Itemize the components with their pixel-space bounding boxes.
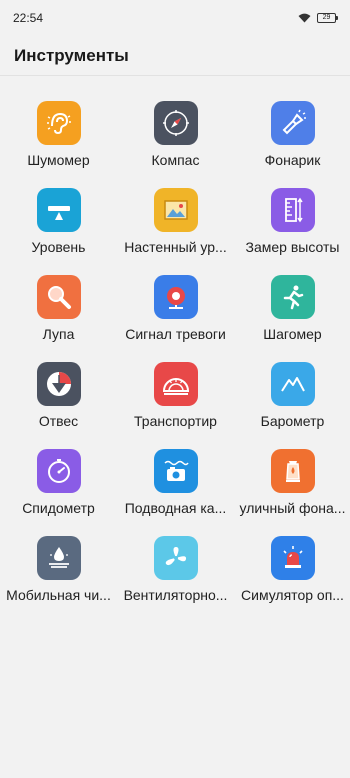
page-title: Инструменты (14, 45, 129, 65)
tool-label: Отвес (38, 413, 79, 429)
app-header: Инструменты (0, 36, 350, 76)
street-lantern-icon (270, 449, 315, 493)
tool-label: Сигнал тревоги (125, 326, 226, 342)
protractor-icon (153, 362, 198, 406)
tool-flashlight[interactable]: Фонарик (234, 101, 350, 188)
noise-meter-icon (36, 101, 81, 145)
tool-label: Фонарик (264, 152, 321, 168)
tool-compass[interactable]: Компас (117, 101, 234, 188)
status-time: 22:54 (13, 11, 44, 25)
tool-label: Мобильная чи... (6, 587, 111, 603)
tool-noise-meter[interactable]: Шумомер (0, 101, 117, 188)
tool-label: Транспортир (134, 413, 217, 429)
tool-label: Симулятор оп... (241, 587, 344, 603)
tool-label: Уровень (31, 239, 86, 255)
mobile-cleaner-icon (36, 536, 81, 580)
alarm-icon (153, 275, 198, 319)
tool-protractor[interactable]: Транспортир (117, 362, 234, 449)
plumb-bob-icon (36, 362, 81, 406)
tool-street-lantern[interactable]: уличный фона... (234, 449, 350, 536)
magnifier-icon (36, 275, 81, 319)
battery-level: 29 (322, 14, 331, 21)
tool-label: Компас (151, 152, 200, 168)
tool-label: Шумомер (27, 152, 90, 168)
barometer-icon (270, 362, 315, 406)
flashlight-icon (270, 101, 315, 145)
tool-mobile-cleaner[interactable]: Мобильная чи... (0, 536, 117, 623)
status-bar: 22:54 29 (0, 0, 350, 36)
wall-level-icon (153, 188, 198, 232)
tool-label: Подводная ка... (124, 500, 227, 516)
tools-grid: Шумомер Компас Фонарик Уровень Настенный… (0, 101, 350, 623)
tool-label: Лупа (42, 326, 75, 342)
tool-fan[interactable]: Вентиляторно... (117, 536, 234, 623)
height-measure-icon (270, 188, 315, 232)
tool-plumb-bob[interactable]: Отвес (0, 362, 117, 449)
tool-label: Барометр (260, 413, 325, 429)
level-icon (36, 188, 81, 232)
fan-icon (153, 536, 198, 580)
tool-level[interactable]: Уровень (0, 188, 117, 275)
status-icons: 29 (298, 13, 338, 23)
tool-wall-level[interactable]: Настенный ур... (117, 188, 234, 275)
tool-height-measure[interactable]: Замер высоты (234, 188, 350, 275)
tool-barometer[interactable]: Барометр (234, 362, 350, 449)
wifi-icon (298, 13, 311, 23)
tool-label: уличный фона... (239, 500, 346, 516)
underwater-camera-icon (153, 449, 198, 493)
tool-alarm-siren[interactable]: Симулятор оп... (234, 536, 350, 623)
speedometer-icon (36, 449, 81, 493)
tool-alarm[interactable]: Сигнал тревоги (117, 275, 234, 362)
alarm-siren-icon (270, 536, 315, 580)
compass-icon (153, 101, 198, 145)
tool-label: Спидометр (22, 500, 95, 516)
tool-pedometer[interactable]: Шагомер (234, 275, 350, 362)
tool-label: Шагомер (263, 326, 322, 342)
tool-label: Замер высоты (245, 239, 340, 255)
tool-label: Настенный ур... (124, 239, 227, 255)
battery-icon: 29 (317, 13, 338, 23)
tool-magnifier[interactable]: Лупа (0, 275, 117, 362)
tool-label: Вентиляторно... (123, 587, 228, 603)
tool-underwater-camera[interactable]: Подводная ка... (117, 449, 234, 536)
tool-speedometer[interactable]: Спидометр (0, 449, 117, 536)
pedometer-icon (270, 275, 315, 319)
